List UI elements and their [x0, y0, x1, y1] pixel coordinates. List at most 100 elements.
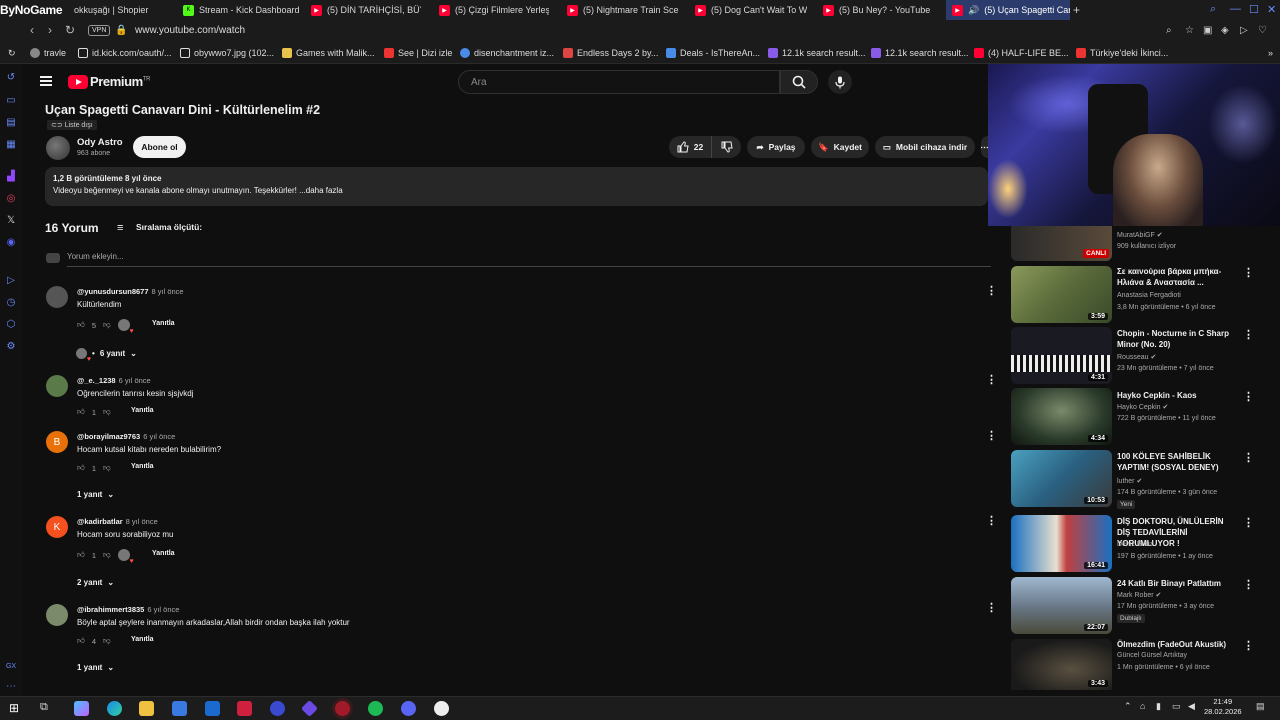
sort-icon[interactable]: ≡	[117, 222, 123, 234]
thumbs-down-icon[interactable]: 👎︎	[103, 550, 111, 560]
tab-youtube[interactable]: ▶ (5) Dog Can't Wait To Wa	[695, 0, 807, 20]
file-explorer-icon[interactable]	[139, 701, 154, 716]
store-icon[interactable]	[172, 701, 187, 716]
close-icon[interactable]: ✕	[1267, 3, 1276, 16]
rec-menu-icon[interactable]: ⋮	[1243, 266, 1254, 279]
commenter-avatar[interactable]	[46, 375, 68, 397]
video-thumbnail[interactable]: 10:53	[1011, 450, 1112, 507]
thumbs-up-icon[interactable]: 👍︎	[77, 407, 85, 417]
comment-author[interactable]: @yunusdursun8677 8 yıl önce	[77, 287, 184, 296]
rec-channel[interactable]: luther ✔	[1117, 477, 1142, 485]
system-clock[interactable]: 21:49 28.02.2026	[1204, 697, 1242, 717]
comment-author[interactable]: @ibrahimmert3835 6 yıl önce	[77, 605, 179, 614]
sidebar-toggle-icon[interactable]: ↻	[8, 42, 16, 64]
usb-icon[interactable]: ▮	[1156, 701, 1161, 712]
thumbs-down-icon[interactable]: 👎︎	[103, 636, 111, 646]
forward-icon[interactable]: ›	[48, 23, 52, 37]
rec-title[interactable]: Hayko Cepkin - Kaos	[1117, 390, 1239, 401]
app-icon[interactable]	[270, 701, 285, 716]
video-thumbnail[interactable]: 3:59	[1011, 266, 1112, 323]
tab-youtube[interactable]: ▶ (5) DİN TARİHÇİSİ, BÜYÜ	[311, 0, 421, 20]
browser-brand-logo[interactable]: ByNoGame	[0, 0, 63, 20]
volume-icon[interactable]: ◀	[1188, 701, 1195, 712]
rec-channel[interactable]: Güncel Gürsel Artıktay	[1117, 652, 1187, 659]
rec-channel[interactable]: Anastasia Fergadioti	[1117, 292, 1181, 299]
instagram-icon[interactable]: ◎	[5, 192, 17, 204]
rec-title[interactable]: 100 KÖLEYE SAHİBELİK YAPTIM! (SOSYAL DEN…	[1117, 451, 1239, 473]
rec-channel[interactable]: Rousseau ✔	[1117, 353, 1156, 361]
clock-icon[interactable]: ◷	[5, 296, 17, 308]
thumbs-down-icon[interactable]: 👎︎	[103, 407, 111, 417]
spotify-icon[interactable]	[368, 701, 383, 716]
tab-kick[interactable]: K Stream - Kick Dashboard	[183, 0, 307, 20]
rec-title[interactable]: 24 Katlı Bir Binayı Patlattım	[1117, 578, 1239, 589]
windows-start-icon[interactable]: ⊞	[9, 701, 24, 716]
tab-youtube[interactable]: ▶ (5) Bu Ney? - YouTube	[823, 0, 935, 20]
comment-menu-icon[interactable]: ⋮	[986, 284, 997, 297]
sort-button[interactable]: Sıralama ölçütü:	[136, 222, 202, 232]
bookmark-item[interactable]: Deals - IsThereAn...	[666, 42, 760, 64]
voice-search-button[interactable]	[828, 70, 852, 94]
dislike-button[interactable]	[711, 136, 741, 158]
video-thumbnail[interactable]: 3:43	[1011, 639, 1112, 690]
video-thumbnail[interactable]: 4:34	[1011, 388, 1112, 445]
cube-icon[interactable]: ⬡	[5, 318, 17, 330]
more-bookmarks-icon[interactable]: »	[1268, 42, 1273, 64]
menu-icon[interactable]	[40, 76, 52, 86]
comment-menu-icon[interactable]: ⋮	[986, 514, 997, 527]
bookmark-item[interactable]: Endless Days 2 by...	[563, 42, 658, 64]
app-icon[interactable]	[301, 700, 318, 717]
commenter-avatar[interactable]: K	[46, 516, 68, 538]
reload-icon[interactable]: ↻	[65, 23, 75, 37]
bookmark-item[interactable]: 12.1k search result...	[871, 42, 969, 64]
subscribe-button[interactable]: Abone ol	[133, 136, 186, 158]
rec-channel[interactable]: MuratAbiGF ✔	[1117, 231, 1163, 239]
thumbs-up-icon[interactable]: 👍︎	[77, 550, 85, 560]
bookmark-item[interactable]: (4) HALF-LIFE BE...	[974, 42, 1069, 64]
rec-menu-icon[interactable]: ⋮	[1243, 451, 1254, 464]
play-icon[interactable]: ▷	[5, 274, 17, 286]
lock-icon[interactable]: 🔒	[115, 25, 127, 36]
new-tab-icon[interactable]: +	[1073, 3, 1080, 17]
show-replies-button[interactable]: 1 yanıt ⌄	[77, 663, 114, 672]
share-button[interactable]: ➦ Paylaş	[747, 136, 805, 158]
thumbs-up-icon[interactable]: 👍︎	[77, 463, 85, 473]
bag-icon[interactable]: ▭	[5, 94, 17, 106]
commenter-avatar[interactable]	[46, 604, 68, 626]
video-thumbnail[interactable]: 4:31	[1011, 327, 1112, 384]
history-icon[interactable]: ↺	[5, 71, 17, 83]
search-input[interactable]: Ara	[458, 70, 780, 94]
show-replies-button[interactable]: •6 yanıt⌄	[76, 348, 137, 363]
extension-icon[interactable]: ▣	[1203, 25, 1212, 36]
rec-menu-icon[interactable]: ⋮	[1243, 639, 1254, 652]
thumbs-down-icon[interactable]: 👎︎	[103, 320, 111, 330]
thumbs-up-icon[interactable]: 👍︎	[77, 320, 85, 330]
show-replies-button[interactable]: 1 yanıt ⌄	[77, 490, 114, 499]
edge-icon[interactable]	[107, 701, 122, 716]
bookmark-item[interactable]: 12.1k search result...	[768, 42, 866, 64]
reply-button[interactable]: Yanıtla	[131, 463, 154, 470]
channel-name[interactable]: Ody Astro	[77, 137, 123, 148]
bookmark-item[interactable]: See | Dizi izle	[384, 42, 452, 64]
comment-author[interactable]: @borayilmaz9763 6 yıl önce	[77, 432, 175, 441]
heart-icon[interactable]: ♡	[1258, 25, 1267, 36]
rec-channel[interactable]: Deniz Ertüz	[1117, 541, 1153, 548]
app-icon[interactable]	[237, 701, 252, 716]
commenter-avatar[interactable]: B	[46, 431, 68, 453]
bookmark-item[interactable]: travle	[30, 42, 66, 64]
tab-youtube[interactable]: ▶ (5) Nightmare Train Scena	[567, 0, 679, 20]
back-icon[interactable]: ‹	[30, 23, 34, 37]
video-thumbnail[interactable]: 22:07	[1011, 577, 1112, 634]
discord-icon[interactable]	[401, 701, 416, 716]
maximize-icon[interactable]: ☐	[1249, 3, 1259, 16]
comment-menu-icon[interactable]: ⋮	[986, 429, 997, 442]
bookmark-item[interactable]: Games with Malik...	[282, 42, 375, 64]
comment-menu-icon[interactable]: ⋮	[986, 373, 997, 386]
reply-button[interactable]: Yanıtla	[152, 320, 175, 327]
twitch-icon[interactable]	[5, 148, 17, 160]
video-thumbnail[interactable]: CANLI	[1011, 226, 1112, 261]
tray-app-icon[interactable]: ⌂	[1140, 701, 1145, 711]
task-view-icon[interactable]: ⧉	[40, 701, 55, 716]
network-icon[interactable]: ▭	[1172, 701, 1181, 712]
twitch-icon[interactable]: ▟	[5, 170, 17, 182]
